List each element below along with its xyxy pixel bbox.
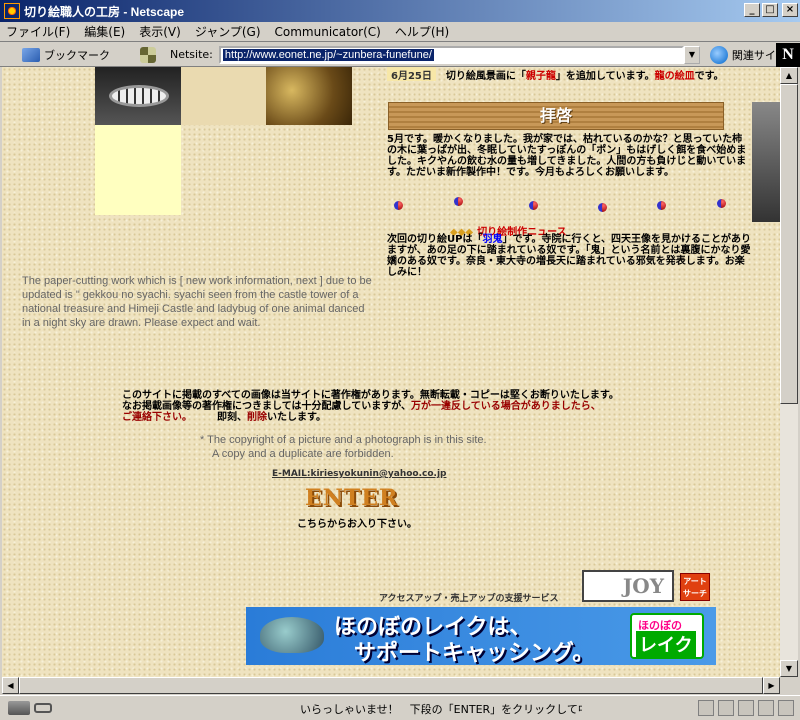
dot-icon <box>529 201 538 210</box>
update-tail2: です。 <box>694 71 724 82</box>
menu-bar: ファイル(F) 編集(E) 表示(V) ジャンプ(G) Communicator… <box>0 22 800 42</box>
art-search-badge[interactable]: アート サーチ <box>680 573 710 601</box>
update-tail[interactable]: 龍の絵皿 <box>655 71 695 82</box>
app-icon <box>4 3 20 19</box>
horizontal-scrollbar[interactable]: ◀ ▶ <box>2 677 780 694</box>
dot-icon <box>598 203 607 212</box>
netsite-label: Netsite: <box>170 48 213 61</box>
connection-icon <box>34 703 52 713</box>
news-body: 次回の切り絵UPは「羽鬼」です。寺院に行くと、四天王像を見かけることがありますが… <box>387 234 752 278</box>
copyright-jp-5: 即刻、 <box>217 412 247 423</box>
title-bar: 切り絵職人の工房 - Netscape _ □ × <box>0 0 800 22</box>
photo-teeth <box>95 67 181 125</box>
photo-tree <box>266 67 352 125</box>
minimize-button[interactable]: _ <box>744 3 760 17</box>
english-notice: The paper-cutting work which is [ new wo… <box>22 275 372 329</box>
copyright-jp-4: ご連絡下さい。 <box>122 412 187 423</box>
scroll-down-icon[interactable]: ▼ <box>780 660 798 677</box>
scroll-left-icon[interactable]: ◀ <box>2 677 19 694</box>
scroll-right-icon[interactable]: ▶ <box>763 677 780 694</box>
update-post: 」を追加しています。 <box>555 71 655 82</box>
news-body-item[interactable]: 羽鬼 <box>482 234 502 245</box>
copyright-jp-6: 削除 <box>247 412 267 423</box>
menu-view[interactable]: 表示(V) <box>139 23 181 40</box>
photo-placeholder <box>181 67 267 125</box>
banner-badge: ほのぼの レイク <box>630 613 704 659</box>
copyright-jp-1: このサイトに掲載のすべての画像は当サイトに著作権があります。無断転載・コピーは堅… <box>122 390 619 401</box>
menu-go[interactable]: ジャンプ(G) <box>195 23 261 40</box>
related-icon <box>709 45 728 64</box>
greeting-letter: 5月です。暖かくなりました。我が家では、枯れているのかな？と思っていた柿の木に葉… <box>387 134 747 178</box>
copyright-en: * The copyright of a picture and a photo… <box>200 433 560 461</box>
navigator-icon[interactable] <box>698 700 714 716</box>
dot-icon <box>454 197 463 206</box>
copyright-jp: このサイトに掲載のすべての画像は当サイトに著作権があります。無断転載・コピーは堅… <box>122 390 642 423</box>
netscape-logo[interactable]: N <box>776 43 800 67</box>
menu-edit[interactable]: 編集(E) <box>84 23 125 40</box>
mail-icon[interactable] <box>718 700 734 716</box>
decorative-dots <box>392 197 732 213</box>
joy-banner[interactable]: JOY <box>582 570 674 602</box>
close-button[interactable]: × <box>782 3 798 17</box>
ad-banner[interactable]: ほのぼのレイクは、 サポートキャッシング。 ほのぼの レイク <box>246 607 716 665</box>
dot-icon <box>394 201 403 210</box>
update-item[interactable]: 親子龍 <box>526 71 556 82</box>
status-bar: いらっしゃいませ！ 下段の「ENTER」をクリックして中にお入りください <box>0 695 800 720</box>
status-text: いらっしゃいませ！ 下段の「ENTER」をクリックして中にお入りください <box>300 703 582 716</box>
window-title: 切り絵職人の工房 - Netscape <box>24 4 185 19</box>
banner-line2: サポートキャッシング。 <box>354 641 595 665</box>
page-proxy-icon[interactable] <box>140 46 156 63</box>
banner-badge-2: レイク <box>636 631 696 657</box>
conference-icon[interactable] <box>778 700 794 716</box>
copyright-en-2: A copy and a duplicate are forbidden. <box>212 448 394 460</box>
bookmarks-button[interactable]: ブックマーク <box>22 47 110 63</box>
copyright-jp-7: いたします。 <box>267 412 326 423</box>
page-viewport: 6月25日 切り絵風景画に「親子龍」を追加しています。龍の絵皿です。 拝啓 5月… <box>2 67 780 693</box>
enter-button[interactable]: ENTER <box>305 485 398 511</box>
update-pre: 切り絵風景画に「 <box>445 71 526 82</box>
url-field[interactable]: http://www.eonet.ne.jp/~zunbera-funefune… <box>218 45 684 64</box>
security-icon[interactable] <box>8 701 30 715</box>
greeting-banner: 拝啓 <box>388 102 724 130</box>
copyright-jp-3: 万が一違反している場合がありましたら、 <box>411 401 601 412</box>
yellow-panel <box>95 125 181 215</box>
dot-icon <box>717 199 726 208</box>
menu-file[interactable]: ファイル(F) <box>6 23 70 40</box>
access-up-text: アクセスアップ・売上アップの支援サービス <box>379 594 559 604</box>
menu-communicator[interactable]: Communicator(C) <box>275 25 381 39</box>
component-bar <box>698 700 794 716</box>
copyright-jp-2: なお掲載画像等の著作権につきましては十分配慮していますが、 <box>122 401 411 412</box>
boat-icon <box>260 617 324 653</box>
menu-help[interactable]: ヘルプ(H) <box>395 23 449 40</box>
copyright-en-1: * The copyright of a picture and a photo… <box>200 434 487 446</box>
vertical-scrollbar[interactable]: ▲ ▼ <box>780 67 798 677</box>
side-photo <box>752 102 780 222</box>
bookmark-icon <box>22 47 40 62</box>
news-body-pre: 次回の切り絵UPは「 <box>387 234 483 245</box>
update-date: 6月25日 <box>387 67 436 82</box>
composer-icon[interactable] <box>738 700 754 716</box>
dot-icon <box>657 201 666 210</box>
email-link[interactable]: E-MAIL:kiriesyokunin@yahoo.co.jp <box>272 469 446 479</box>
enter-caption: こちらからお入り下さい。 <box>297 519 417 530</box>
location-toolbar: ブックマーク Netsite: http://www.eonet.ne.jp/~… <box>0 43 800 67</box>
scroll-up-icon[interactable]: ▲ <box>780 67 798 84</box>
scroll-thumb[interactable] <box>780 84 798 404</box>
update-notice: 6月25日 切り絵風景画に「親子龍」を追加しています。龍の絵皿です。 <box>387 67 747 82</box>
hscroll-thumb[interactable] <box>19 677 763 694</box>
url-text: http://www.eonet.ne.jp/~zunbera-funefune… <box>222 48 434 61</box>
discussion-icon[interactable] <box>758 700 774 716</box>
maximize-button[interactable]: □ <box>762 3 778 17</box>
url-dropdown-icon[interactable]: ▼ <box>683 45 700 64</box>
bookmarks-label: ブックマーク <box>44 48 110 62</box>
